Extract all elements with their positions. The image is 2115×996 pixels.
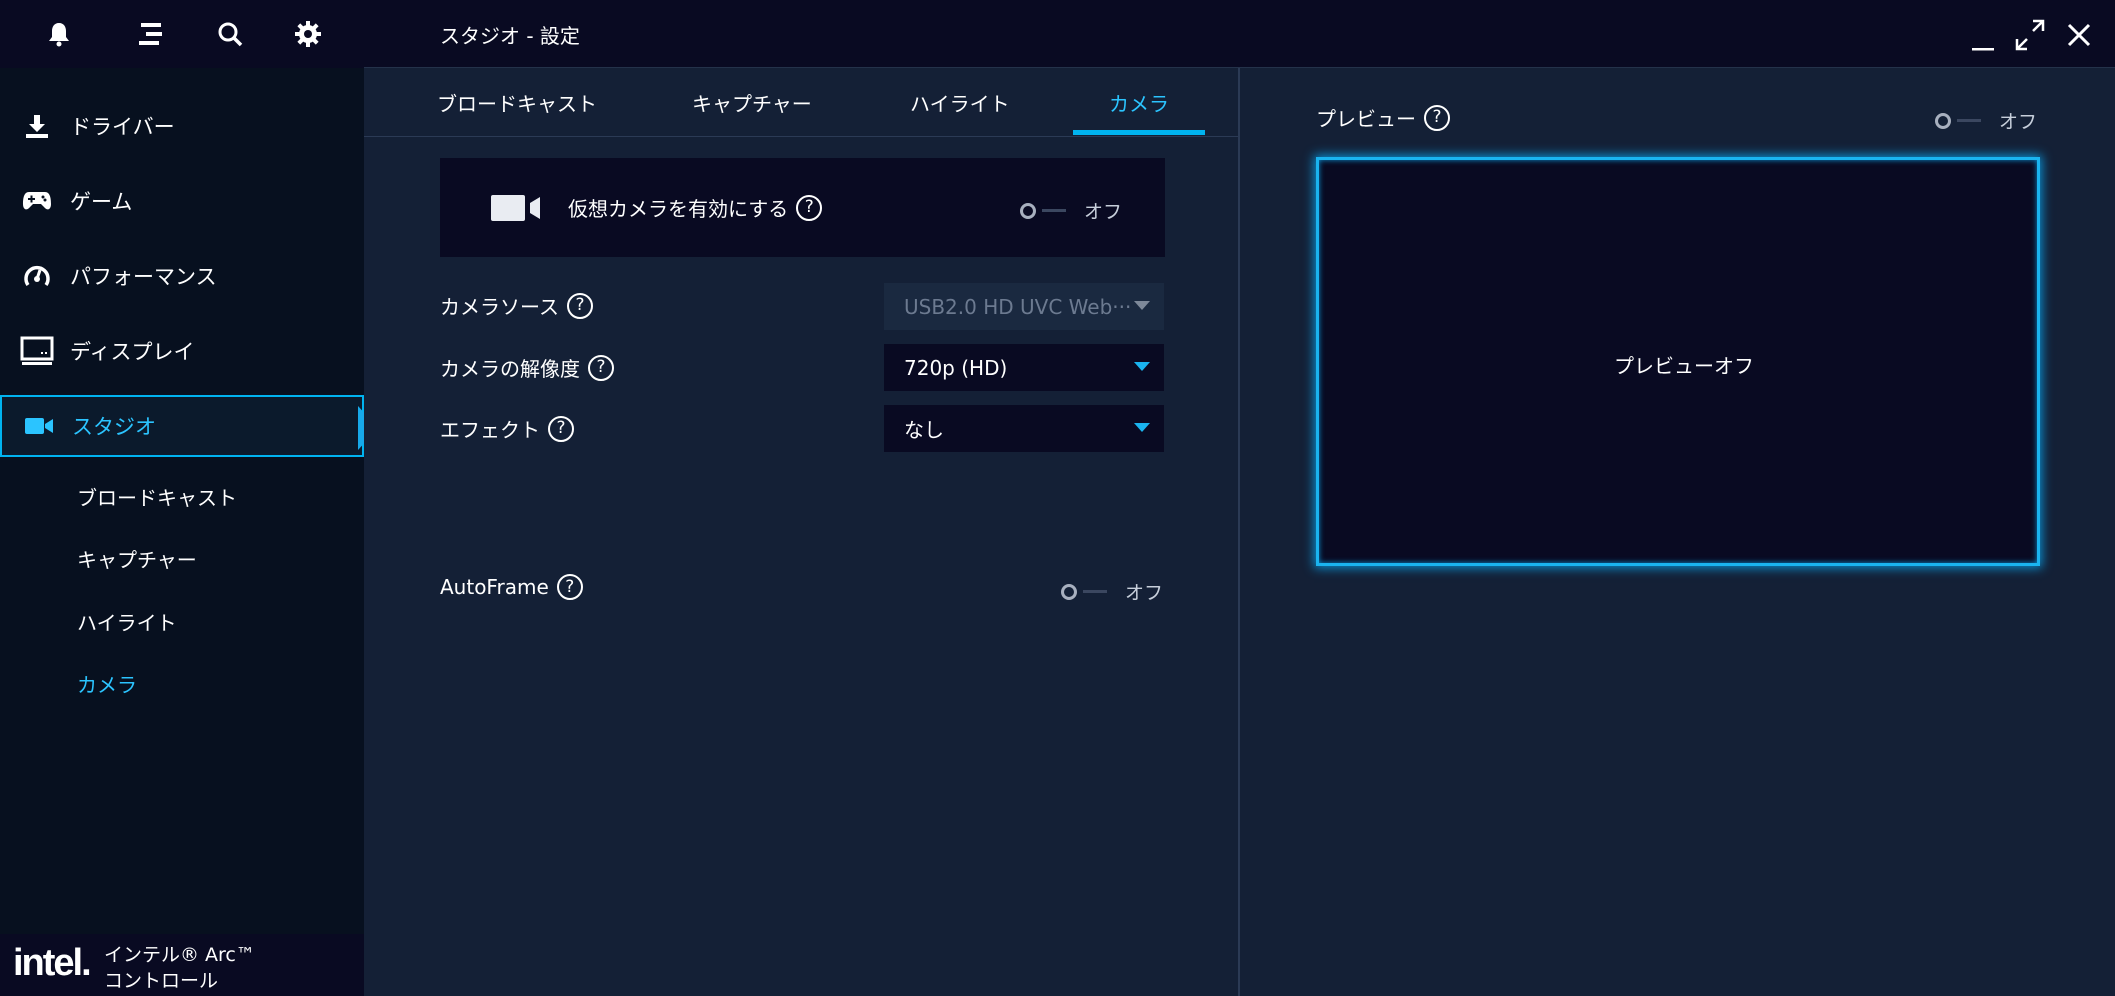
active-tab-underline (1073, 130, 1205, 135)
tab-capture[interactable]: キャプチャー (692, 88, 812, 117)
expand-icon[interactable] (2013, 18, 2047, 52)
toggle-knob (1935, 112, 1951, 129)
minimize-icon[interactable] (1966, 24, 2000, 58)
virtual-camera-toggle[interactable]: オフ (1020, 197, 1122, 224)
camera-icon (22, 409, 56, 443)
toggle-track (1042, 209, 1066, 212)
chevron-down-icon (1134, 301, 1150, 310)
preview-placeholder: プレビューオフ (1614, 354, 1754, 378)
sidebar-item-performance[interactable]: パフォーマンス (0, 245, 364, 307)
bell-icon[interactable] (41, 16, 77, 52)
autoframe-label: AutoFrame (440, 575, 549, 599)
help-icon[interactable]: ? (556, 574, 583, 600)
tabs-divider (364, 136, 1240, 137)
sidebar-item-label: スタジオ (72, 415, 156, 439)
autoframe-toggle[interactable]: オフ (1061, 578, 1163, 605)
sidebar-item-driver[interactable]: ドライバー (0, 95, 364, 157)
top-icon-bar (0, 0, 364, 68)
camera-source-label: カメラソース (440, 295, 559, 319)
menu-icon[interactable] (133, 16, 169, 52)
virtual-camera-label: 仮想カメラを有効にする (568, 197, 789, 221)
toggle-state: オフ (1999, 111, 2038, 133)
chevron-down-icon (1134, 423, 1150, 432)
sidebar-item-label: パフォーマンス (70, 265, 217, 289)
camera-source-label-row: カメラソース ? (440, 291, 593, 320)
sidebar-item-label: ドライバー (70, 115, 175, 139)
camera-resolution-select[interactable]: 720p (HD) (884, 344, 1164, 391)
toggle-knob (1020, 202, 1036, 219)
tab-broadcast[interactable]: ブロードキャスト (437, 88, 597, 117)
title-bar (364, 0, 2115, 68)
gauge-icon (20, 259, 54, 293)
preview-toggle[interactable]: オフ (1935, 107, 2037, 134)
chevron-down-icon (1134, 362, 1150, 371)
sidebar-item-label: ディスプレイ (70, 340, 195, 364)
toggle-knob (1061, 583, 1077, 600)
effect-label: エフェクト (440, 418, 540, 442)
virtual-camera-icon (490, 194, 542, 226)
search-icon[interactable] (212, 16, 248, 52)
preview-label: プレビュー (1316, 107, 1416, 131)
sidebar-item-studio[interactable]: スタジオ (0, 395, 364, 457)
gear-icon[interactable] (290, 16, 326, 52)
camera-source-select[interactable]: USB2.0 HD UVC Web··· (884, 283, 1164, 330)
toggle-track (1083, 590, 1107, 593)
brand-subtitle: コントロール (104, 970, 219, 992)
camera-resolution-label: カメラの解像度 (440, 357, 580, 381)
effect-value: なし (904, 418, 944, 442)
help-icon[interactable]: ? (567, 292, 593, 319)
sidebar-subitem-highlight[interactable]: ハイライト (77, 607, 177, 636)
help-icon[interactable]: ? (588, 354, 614, 381)
camera-resolution-label-row: カメラの解像度 ? (440, 353, 614, 382)
sidebar-subitem-capture[interactable]: キャプチャー (77, 544, 197, 573)
autoframe-label-row: AutoFrame ? (440, 574, 583, 600)
page-title: スタジオ - 設定 (440, 24, 580, 48)
brand-name: インテル® Arc™ (104, 944, 255, 966)
close-icon[interactable] (2062, 18, 2096, 52)
download-icon (20, 109, 54, 143)
sidebar-item-game[interactable]: ゲーム (0, 170, 364, 232)
effect-select[interactable]: なし (884, 405, 1164, 452)
tab-camera[interactable]: カメラ (1109, 88, 1169, 117)
toggle-state: オフ (1084, 201, 1123, 223)
virtual-camera-label-row: 仮想カメラを有効にする ? (568, 193, 823, 222)
toggle-track (1957, 119, 1981, 122)
camera-resolution-value: 720p (HD) (904, 355, 1008, 380)
sidebar-item-display[interactable]: ディスプレイ (0, 320, 364, 382)
help-icon[interactable]: ? (548, 415, 574, 442)
toggle-state: オフ (1125, 582, 1164, 604)
preview-label-row: プレビュー ? (1316, 103, 1450, 132)
monitor-icon (20, 334, 54, 368)
gamepad-icon (20, 184, 54, 218)
camera-source-value: USB2.0 HD UVC Web··· (904, 294, 1132, 319)
tab-highlight[interactable]: ハイライト (910, 88, 1010, 117)
help-icon[interactable]: ? (1424, 104, 1450, 131)
help-icon[interactable]: ? (796, 194, 823, 221)
intel-logo: intel. (13, 942, 92, 984)
effect-label-row: エフェクト ? (440, 414, 574, 443)
sidebar-subitem-broadcast[interactable]: ブロードキャスト (77, 482, 237, 511)
sidebar-subitem-camera[interactable]: カメラ (77, 669, 137, 698)
sidebar-item-label: ゲーム (70, 190, 133, 214)
